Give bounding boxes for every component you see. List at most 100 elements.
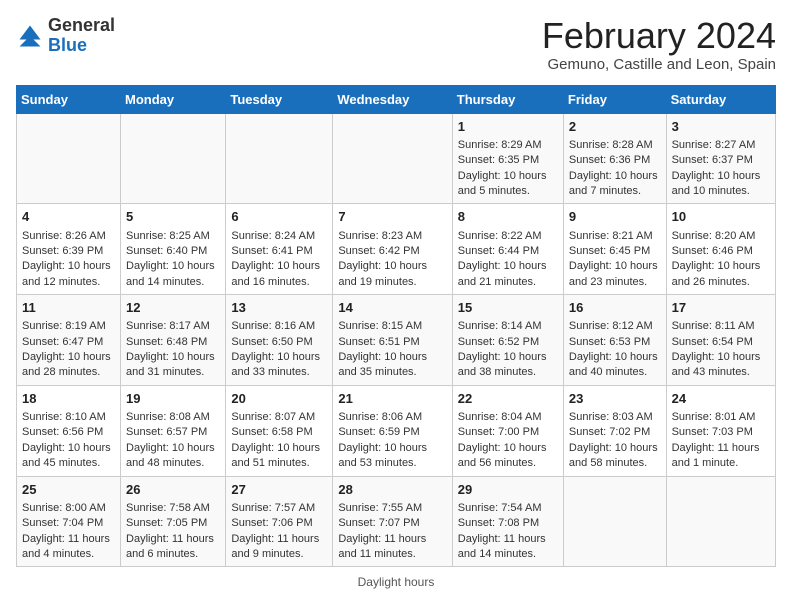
day-info: Sunrise: 8:23 AMSunset: 6:42 PMDaylight:… xyxy=(338,229,446,291)
week-row-1: 1 Sunrise: 8:29 AMSunset: 6:35 PMDaylight… xyxy=(17,113,776,204)
calendar-cell: 12Sunrise: 8:17 AMSunset: 6:48 PMDayligh… xyxy=(121,295,226,386)
col-header-wednesday: Wednesday xyxy=(333,85,452,113)
calendar-cell: 18Sunrise: 8:10 AMSunset: 6:56 PMDayligh… xyxy=(17,385,121,476)
calendar-cell: 13 Sunrise: 8:16 AMSunset: 6:50 PMDayligh… xyxy=(226,295,333,386)
calendar-cell: 23Sunrise: 8:03 AMSunset: 7:02 PMDayligh… xyxy=(563,385,666,476)
calendar-cell: 21 Sunrise: 8:06 AMSunset: 6:59 PMDayligh… xyxy=(333,385,452,476)
day-info: Sunrise: 8:01 AMSunset: 7:03 PMDaylight:… xyxy=(672,410,770,472)
day-number: 13 xyxy=(231,299,327,317)
day-number: 12 xyxy=(126,299,220,317)
calendar-cell: 24Sunrise: 8:01 AMSunset: 7:03 PMDayligh… xyxy=(666,385,775,476)
calendar-cell: 5Sunrise: 8:25 AMSunset: 6:40 PMDaylight… xyxy=(121,204,226,295)
day-number: 27 xyxy=(231,481,327,499)
calendar-cell xyxy=(226,113,333,204)
day-number: 6 xyxy=(231,208,327,226)
day-number: 25 xyxy=(22,481,115,499)
day-number: 22 xyxy=(458,390,558,408)
calendar-cell: 25 Sunrise: 8:00 AMSunset: 7:04 PMDayligh… xyxy=(17,476,121,567)
day-info: Sunrise: 8:15 AMSunset: 6:51 PMDaylight:… xyxy=(338,319,446,381)
week-row-4: 18Sunrise: 8:10 AMSunset: 6:56 PMDayligh… xyxy=(17,385,776,476)
day-info: Sunrise: 8:07 AMSunset: 6:58 PMDaylight:… xyxy=(231,410,327,472)
page-subtitle: Gemuno, Castille and Leon, Spain xyxy=(542,56,776,73)
day-number: 23 xyxy=(569,390,661,408)
day-number: 8 xyxy=(458,208,558,226)
day-info: Sunrise: 8:27 AMSunset: 6:37 PMDaylight:… xyxy=(672,138,770,200)
day-number: 1 xyxy=(458,118,558,136)
calendar-cell: 2 Sunrise: 8:28 AMSunset: 6:36 PMDaylight… xyxy=(563,113,666,204)
day-number: 16 xyxy=(569,299,661,317)
day-info: Sunrise: 7:58 AMSunset: 7:05 PMDaylight:… xyxy=(126,501,220,563)
day-info: Sunrise: 8:16 AMSunset: 6:50 PMDaylight:… xyxy=(231,319,327,381)
day-number: 7 xyxy=(338,208,446,226)
calendar-cell xyxy=(121,113,226,204)
logo-general-text: General xyxy=(48,15,115,35)
day-number: 14 xyxy=(338,299,446,317)
day-number: 19 xyxy=(126,390,220,408)
title-area: February 2024 Gemuno, Castille and Leon,… xyxy=(542,16,776,73)
day-number: 2 xyxy=(569,118,661,136)
day-info: Sunrise: 8:21 AMSunset: 6:45 PMDaylight:… xyxy=(569,229,661,291)
day-info: Sunrise: 8:19 AMSunset: 6:47 PMDaylight:… xyxy=(22,319,115,381)
day-number: 20 xyxy=(231,390,327,408)
day-number: 18 xyxy=(22,390,115,408)
day-info: Sunrise: 8:08 AMSunset: 6:57 PMDaylight:… xyxy=(126,410,220,472)
calendar-cell: 28 Sunrise: 7:55 AMSunset: 7:07 PMDayligh… xyxy=(333,476,452,567)
logo: General Blue xyxy=(16,16,115,56)
day-info: Sunrise: 8:14 AMSunset: 6:52 PMDaylight:… xyxy=(458,319,558,381)
calendar-table: SundayMondayTuesdayWednesdayThursdayFrid… xyxy=(16,85,776,568)
day-info: Sunrise: 8:29 AMSunset: 6:35 PMDaylight:… xyxy=(458,138,558,200)
day-info: Sunrise: 8:24 AMSunset: 6:41 PMDaylight:… xyxy=(231,229,327,291)
page-title: February 2024 xyxy=(542,16,776,56)
day-info: Sunrise: 8:00 AMSunset: 7:04 PMDaylight:… xyxy=(22,501,115,563)
calendar-cell: 1 Sunrise: 8:29 AMSunset: 6:35 PMDaylight… xyxy=(452,113,563,204)
header: General Blue February 2024 Gemuno, Casti… xyxy=(16,16,776,73)
logo-icon xyxy=(16,22,44,50)
calendar-cell: 29 Sunrise: 7:54 AMSunset: 7:08 PMDayligh… xyxy=(452,476,563,567)
day-number: 26 xyxy=(126,481,220,499)
calendar-cell: 7 Sunrise: 8:23 AMSunset: 6:42 PMDaylight… xyxy=(333,204,452,295)
calendar-cell xyxy=(563,476,666,567)
day-info: Sunrise: 8:06 AMSunset: 6:59 PMDaylight:… xyxy=(338,410,446,472)
day-number: 17 xyxy=(672,299,770,317)
calendar-cell: 22 Sunrise: 8:04 AMSunset: 7:00 PMDayligh… xyxy=(452,385,563,476)
calendar-cell: 6 Sunrise: 8:24 AMSunset: 6:41 PMDaylight… xyxy=(226,204,333,295)
calendar-cell: 16Sunrise: 8:12 AMSunset: 6:53 PMDayligh… xyxy=(563,295,666,386)
calendar-cell: 4 Sunrise: 8:26 AMSunset: 6:39 PMDaylight… xyxy=(17,204,121,295)
day-info: Sunrise: 8:20 AMSunset: 6:46 PMDaylight:… xyxy=(672,229,770,291)
col-header-friday: Friday xyxy=(563,85,666,113)
week-row-3: 11 Sunrise: 8:19 AMSunset: 6:47 PMDayligh… xyxy=(17,295,776,386)
day-info: Sunrise: 8:11 AMSunset: 6:54 PMDaylight:… xyxy=(672,319,770,381)
day-number: 21 xyxy=(338,390,446,408)
day-info: Sunrise: 7:57 AMSunset: 7:06 PMDaylight:… xyxy=(231,501,327,563)
calendar-cell: 9 Sunrise: 8:21 AMSunset: 6:45 PMDaylight… xyxy=(563,204,666,295)
day-info: Sunrise: 7:54 AMSunset: 7:08 PMDaylight:… xyxy=(458,501,558,563)
calendar-cell xyxy=(666,476,775,567)
col-header-saturday: Saturday xyxy=(666,85,775,113)
day-number: 9 xyxy=(569,208,661,226)
calendar-cell: 11 Sunrise: 8:19 AMSunset: 6:47 PMDayligh… xyxy=(17,295,121,386)
calendar-cell: 19 Sunrise: 8:08 AMSunset: 6:57 PMDayligh… xyxy=(121,385,226,476)
day-info: Sunrise: 8:26 AMSunset: 6:39 PMDaylight:… xyxy=(22,229,115,291)
day-info: Sunrise: 8:22 AMSunset: 6:44 PMDaylight:… xyxy=(458,229,558,291)
day-number: 15 xyxy=(458,299,558,317)
day-number: 28 xyxy=(338,481,446,499)
header-row: SundayMondayTuesdayWednesdayThursdayFrid… xyxy=(17,85,776,113)
day-number: 11 xyxy=(22,299,115,317)
day-info: Sunrise: 8:04 AMSunset: 7:00 PMDaylight:… xyxy=(458,410,558,472)
day-info: Sunrise: 7:55 AMSunset: 7:07 PMDaylight:… xyxy=(338,501,446,563)
week-row-5: 25 Sunrise: 8:00 AMSunset: 7:04 PMDayligh… xyxy=(17,476,776,567)
col-header-monday: Monday xyxy=(121,85,226,113)
logo-blue-text: Blue xyxy=(48,35,87,55)
week-row-2: 4 Sunrise: 8:26 AMSunset: 6:39 PMDaylight… xyxy=(17,204,776,295)
day-number: 3 xyxy=(672,118,770,136)
day-number: 29 xyxy=(458,481,558,499)
calendar-cell: 27 Sunrise: 7:57 AMSunset: 7:06 PMDayligh… xyxy=(226,476,333,567)
calendar-cell: 8 Sunrise: 8:22 AMSunset: 6:44 PMDaylight… xyxy=(452,204,563,295)
calendar-cell: 3 Sunrise: 8:27 AMSunset: 6:37 PMDaylight… xyxy=(666,113,775,204)
day-info: Sunrise: 8:28 AMSunset: 6:36 PMDaylight:… xyxy=(569,138,661,200)
calendar-cell: 14 Sunrise: 8:15 AMSunset: 6:51 PMDayligh… xyxy=(333,295,452,386)
calendar-cell xyxy=(17,113,121,204)
calendar-cell: 15 Sunrise: 8:14 AMSunset: 6:52 PMDayligh… xyxy=(452,295,563,386)
day-number: 4 xyxy=(22,208,115,226)
col-header-thursday: Thursday xyxy=(452,85,563,113)
